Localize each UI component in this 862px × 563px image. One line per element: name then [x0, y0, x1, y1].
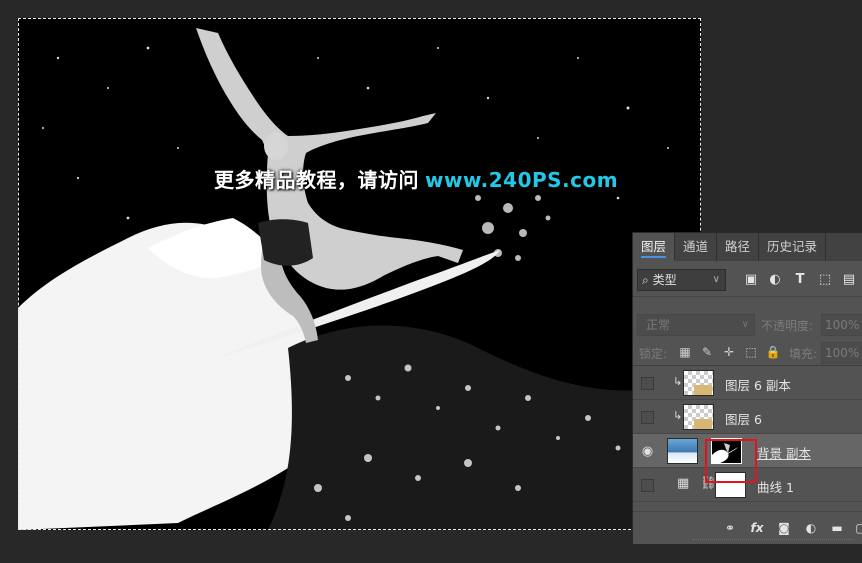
opacity-field[interactable]: 100%: [821, 314, 862, 336]
layer-list: ↳ 图层 6 副本 ↳ 图层 6 ◉ 背景 副本 ▦ ⛓ 曲线 1: [633, 365, 862, 511]
layer-name: 图层 6: [725, 412, 762, 427]
layer-filter-row: ⌕ 类型 ∨ ▣ ◐ T ⬚ ▤: [633, 263, 862, 297]
image-filter-icon[interactable]: ▣: [742, 271, 760, 289]
blend-row: 正常 ∨ 不透明度: 100%: [633, 311, 862, 337]
fx-icon[interactable]: fx: [749, 520, 765, 536]
panel-resize-grip[interactable]: [693, 539, 853, 543]
lock-row: 锁定: ▦ ✎ ✛ ⬚ 🔒 填充: 100%: [633, 341, 862, 365]
visibility-toggle[interactable]: [641, 479, 654, 492]
watermark-url: www.240PS.com: [425, 168, 619, 192]
chevron-down-icon: ∨: [741, 319, 749, 330]
new-group-icon[interactable]: ▬: [829, 520, 845, 536]
layers-panel: 图层 通道 路径 历史记录 ⌕ 类型 ∨ ▣ ◐ T ⬚ ▤ 正常 ∨ 不透明度…: [632, 232, 862, 544]
filter-kind-label: 类型: [652, 273, 677, 287]
clipping-arrow-icon: ↳: [673, 409, 683, 422]
layer-row[interactable]: ↳ 图层 6 副本: [633, 366, 862, 400]
add-mask-icon[interactable]: ◙: [776, 520, 792, 536]
blend-mode-value: 正常: [646, 318, 671, 332]
panel-tabs: 图层 通道 路径 历史记录: [633, 233, 862, 261]
link-layers-icon[interactable]: ⚭: [722, 520, 738, 536]
layer-row[interactable]: ↳ 图层 6: [633, 400, 862, 434]
layer-mask-thumbnail[interactable]: [711, 438, 742, 464]
layer-name: 背景 副本: [757, 446, 811, 461]
adjustment-filter-icon[interactable]: ◐: [766, 271, 784, 289]
curves-adjustment-icon: ▦: [677, 476, 690, 491]
lock-all-icon[interactable]: 🔒: [765, 344, 781, 360]
visibility-toggle[interactable]: [641, 411, 654, 424]
adjustment-layer-icon[interactable]: ◐: [803, 520, 819, 536]
type-filter-icon[interactable]: T: [791, 271, 809, 289]
layer-row[interactable]: ▦ ⛓ 曲线 1: [633, 468, 862, 502]
mask-preview: [712, 443, 738, 463]
chevron-down-icon: ∨: [712, 274, 720, 285]
thumb-content: [694, 419, 712, 429]
fill-label: 填充:: [789, 347, 818, 361]
layer-name: 曲线 1: [757, 480, 794, 495]
blend-mode-select[interactable]: 正常 ∨: [637, 314, 755, 336]
layer-name: 图层 6 副本: [725, 378, 791, 393]
search-icon: ⌕: [642, 273, 649, 287]
eye-icon[interactable]: ◉: [641, 445, 654, 458]
tab-paths[interactable]: 路径: [717, 233, 760, 261]
filter-kind-select[interactable]: ⌕ 类型 ∨: [637, 269, 726, 291]
photoshop-workspace: 更多精品教程，请访问 www.240PS.com 图层 通道 路径 历史记录 ⌕ …: [0, 0, 862, 563]
new-layer-icon[interactable]: ▢: [853, 520, 862, 536]
lock-brush-icon[interactable]: ✎: [699, 344, 715, 360]
thumb-content: [694, 385, 712, 395]
watermark: 更多精品教程，请访问 www.240PS.com: [214, 164, 618, 193]
layer-row-selected[interactable]: ◉ 背景 副本: [633, 434, 862, 468]
tab-label: 历史记录: [767, 239, 818, 254]
lock-position-icon[interactable]: ✛: [721, 344, 737, 360]
surfer-photo: [18, 18, 701, 530]
lock-label: 锁定:: [639, 347, 668, 361]
smart-object-filter-icon[interactable]: ▤: [840, 271, 858, 289]
tab-channels[interactable]: 通道: [675, 233, 718, 261]
layer-thumbnail: [667, 438, 698, 464]
clipping-arrow-icon: ↳: [673, 375, 683, 388]
layer-thumbnail: [683, 404, 714, 430]
document-canvas[interactable]: 更多精品教程，请访问 www.240PS.com: [18, 18, 701, 530]
layer-mask-thumbnail[interactable]: [715, 472, 746, 498]
shape-filter-icon[interactable]: ⬚: [816, 271, 834, 289]
lock-transparent-icon[interactable]: ▦: [677, 344, 693, 360]
tab-layers[interactable]: 图层: [633, 233, 676, 261]
layer-thumbnail: [683, 370, 714, 396]
lock-artboard-icon[interactable]: ⬚: [743, 344, 759, 360]
opacity-label: 不透明度:: [761, 319, 814, 333]
fill-field[interactable]: 100%: [821, 342, 862, 364]
tab-label: 通道: [683, 239, 709, 254]
tab-label: 图层: [641, 239, 667, 258]
tab-history[interactable]: 历史记录: [759, 233, 827, 261]
tab-label: 路径: [725, 239, 751, 254]
watermark-text-cn: 更多精品教程，请访问: [214, 168, 419, 192]
visibility-toggle[interactable]: [641, 377, 654, 390]
